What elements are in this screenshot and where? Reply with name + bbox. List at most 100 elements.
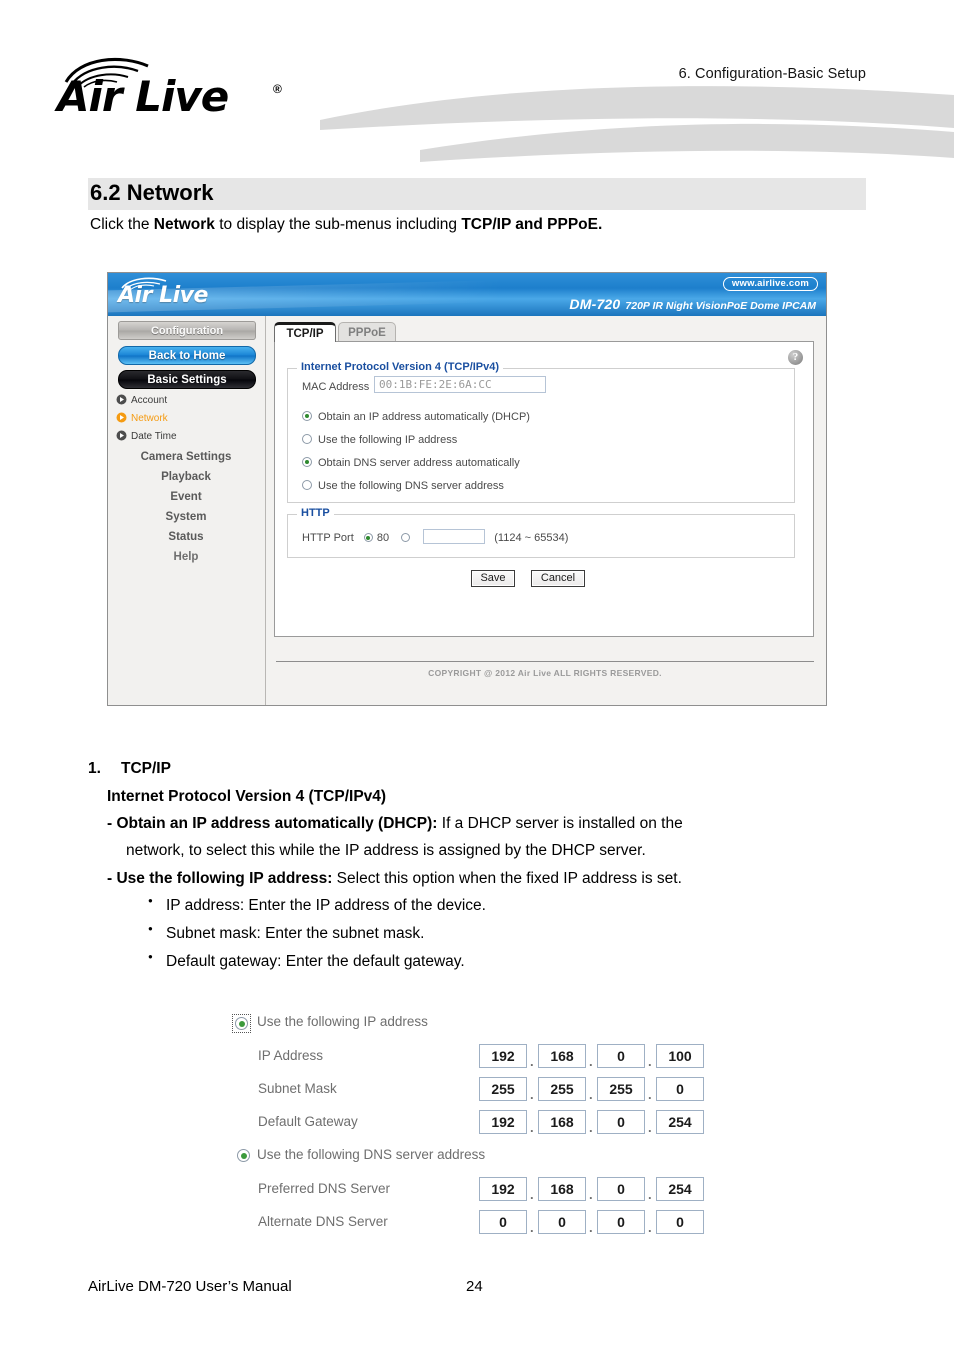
- octet-separator: .: [589, 1087, 593, 1102]
- tcpip-settings-panel: ? Internet Protocol Version 4 (TCP/IPv4)…: [274, 341, 814, 637]
- subnet-mask-octet-2[interactable]: 255: [538, 1077, 586, 1101]
- logo-wordmark: Air Live: [57, 72, 229, 121]
- http-custom-port-input[interactable]: [423, 529, 486, 544]
- cancel-button[interactable]: Cancel: [531, 570, 585, 587]
- octet-separator: .: [589, 1187, 593, 1202]
- ip-address-octet-3[interactable]: 0: [597, 1044, 645, 1068]
- option-dhcp[interactable]: Obtain an IP address automatically (DHCP…: [302, 411, 530, 423]
- default-gateway-octet-1[interactable]: 192: [479, 1110, 527, 1134]
- logo-registered-mark: ®: [273, 82, 282, 96]
- default-gateway-octet-3[interactable]: 0: [597, 1110, 645, 1134]
- intro-mid: to display the sub-menus including: [214, 216, 462, 233]
- octet-separator: .: [648, 1087, 652, 1102]
- copyright-text: COPYRIGHT @ 2012 Air Live ALL RIGHTS RES…: [428, 668, 662, 678]
- camera-model-description: 720P IR Night VisionPoE Dome IPCAM: [625, 300, 816, 312]
- tab-pppoe[interactable]: PPPoE: [338, 322, 396, 342]
- ip-address-octet-2[interactable]: 168: [538, 1044, 586, 1068]
- sidebar-item-playback[interactable]: Playback: [108, 471, 264, 483]
- http-default-port-value: 80: [376, 532, 390, 544]
- preferred-dns-octet-3[interactable]: 0: [597, 1177, 645, 1201]
- radio-use-static-dns-icon[interactable]: [237, 1149, 250, 1162]
- octet-separator: .: [648, 1054, 652, 1069]
- sidebar-button-back-to-home[interactable]: Back to Home: [118, 346, 256, 365]
- airlive-logo: Air Live ®: [57, 56, 317, 126]
- alternate-dns-octet-3[interactable]: 0: [597, 1210, 645, 1234]
- sidebar-item-network-label: Network: [131, 413, 168, 424]
- radio-dns-auto-icon[interactable]: [302, 457, 312, 467]
- preferred-dns-octet-4[interactable]: 254: [656, 1177, 704, 1201]
- dhcp-description-line2: network, to select this while the IP add…: [126, 842, 646, 859]
- sidebar-button-configuration[interactable]: Configuration: [118, 321, 256, 340]
- http-port-row: HTTP Port 80 (1124 ~ 65534): [302, 529, 568, 544]
- http-port-label: HTTP Port: [302, 532, 354, 544]
- sidebar-item-event[interactable]: Event: [108, 491, 264, 503]
- intro-prefix: Click the: [90, 216, 154, 233]
- body-subtitle: Internet Protocol Version 4 (TCP/IPv4): [107, 788, 387, 805]
- intro-bold-network: Network: [153, 216, 215, 233]
- camera-model: DM-720: [569, 296, 621, 312]
- option-dns-manual[interactable]: Use the following DNS server address: [302, 480, 504, 492]
- octet-separator: .: [589, 1220, 593, 1235]
- option-static-ip[interactable]: Use the following IP address: [302, 434, 457, 446]
- field-label-ip-address: IP Address: [258, 1048, 324, 1063]
- play-circle-icon: [116, 394, 127, 408]
- subnet-mask-octet-4[interactable]: 0: [656, 1077, 704, 1101]
- field-label-subnet-mask: Subnet Mask: [258, 1081, 337, 1096]
- sidebar-item-camera-settings[interactable]: Camera Settings: [108, 451, 264, 463]
- dhcp-description: If a DHCP server is installed on the: [437, 815, 683, 832]
- ip-address-octet-4[interactable]: 100: [656, 1044, 704, 1068]
- octet-separator: .: [530, 1187, 534, 1202]
- alternate-dns-octet-1[interactable]: 0: [479, 1210, 527, 1234]
- intro-bold-protocols: TCP/IP and PPPoE.: [461, 216, 603, 233]
- radio-custom-port-icon[interactable]: [401, 533, 411, 542]
- static-ip-desc: Select this option when the fixed IP add…: [332, 870, 682, 887]
- dhcp-term: - Obtain an IP address automatically (DH…: [107, 815, 438, 832]
- radio-dns-manual-icon[interactable]: [302, 480, 312, 490]
- preferred-dns-octet-2[interactable]: 168: [538, 1177, 586, 1201]
- radio-default-port-icon[interactable]: [363, 533, 373, 542]
- preferred-dns-octet-1[interactable]: 192: [479, 1177, 527, 1201]
- camera-ui-main-panel: TCP/IP PPPoE ? Internet Protocol Version…: [266, 316, 826, 705]
- radio-use-static-ip-icon[interactable]: [235, 1017, 248, 1030]
- option-dns-auto-label: Obtain DNS server address automatically: [318, 457, 520, 469]
- sidebar-item-help[interactable]: Help: [108, 551, 264, 563]
- radio-static-ip-icon[interactable]: [302, 434, 312, 444]
- tab-tcpip[interactable]: TCP/IP: [274, 322, 336, 342]
- octet-separator: .: [589, 1054, 593, 1069]
- ip-address-octet-1[interactable]: 192: [479, 1044, 527, 1068]
- play-circle-icon: [116, 430, 127, 444]
- default-gateway-octet-4[interactable]: 254: [656, 1110, 704, 1134]
- page-number: 24: [466, 1278, 483, 1295]
- default-gateway-octet-2[interactable]: 168: [538, 1110, 586, 1134]
- alternate-dns-octet-2[interactable]: 0: [538, 1210, 586, 1234]
- sidebar-item-network[interactable]: Network: [116, 412, 266, 428]
- option-dns-auto[interactable]: Obtain DNS server address automatically: [302, 457, 520, 469]
- save-button[interactable]: Save: [471, 570, 515, 587]
- bullet-default-gateway: Default gateway: Enter the default gatew…: [148, 952, 866, 971]
- static-ip-form-figure: Use the following IP address IP Address …: [232, 1010, 722, 1240]
- radio-dhcp-icon[interactable]: [302, 411, 312, 421]
- subnet-mask-octet-1[interactable]: 255: [479, 1077, 527, 1101]
- dhcp-description-line1: - Obtain an IP address automatically (DH…: [107, 815, 887, 833]
- alternate-dns-octet-4[interactable]: 0: [656, 1210, 704, 1234]
- static-ip-term: - Use the following IP address:: [107, 870, 333, 887]
- option-static-ip-label: Use the following IP address: [318, 434, 458, 446]
- camera-web-ui-screenshot: Air Live www.airlive.com DM-720 720P IR N…: [107, 272, 827, 706]
- sidebar-item-system[interactable]: System: [108, 511, 264, 523]
- sidebar-button-basic-settings[interactable]: Basic Settings: [118, 370, 256, 389]
- http-fieldset: HTTP HTTP Port 80 (1124 ~ 65534): [287, 507, 795, 558]
- octet-separator: .: [648, 1120, 652, 1135]
- octet-separator: .: [530, 1087, 534, 1102]
- website-badge[interactable]: www.airlive.com: [722, 277, 818, 291]
- running-head: 6. Configuration-Basic Setup: [678, 66, 866, 82]
- octet-separator: .: [648, 1187, 652, 1202]
- section-intro-text: Click the Network to display the sub-men…: [90, 216, 890, 234]
- section-heading-bar: 6.2 Network: [88, 178, 866, 210]
- subnet-mask-octet-3[interactable]: 255: [597, 1077, 645, 1101]
- radio-use-static-dns-label: Use the following DNS server address: [257, 1147, 486, 1162]
- sidebar-item-account[interactable]: Account: [116, 394, 266, 410]
- help-icon[interactable]: ?: [788, 350, 803, 365]
- sidebar-item-status[interactable]: Status: [108, 531, 264, 543]
- sidebar-item-date-time[interactable]: Date Time: [116, 430, 266, 446]
- camera-ui-brand: Air Live: [118, 283, 208, 308]
